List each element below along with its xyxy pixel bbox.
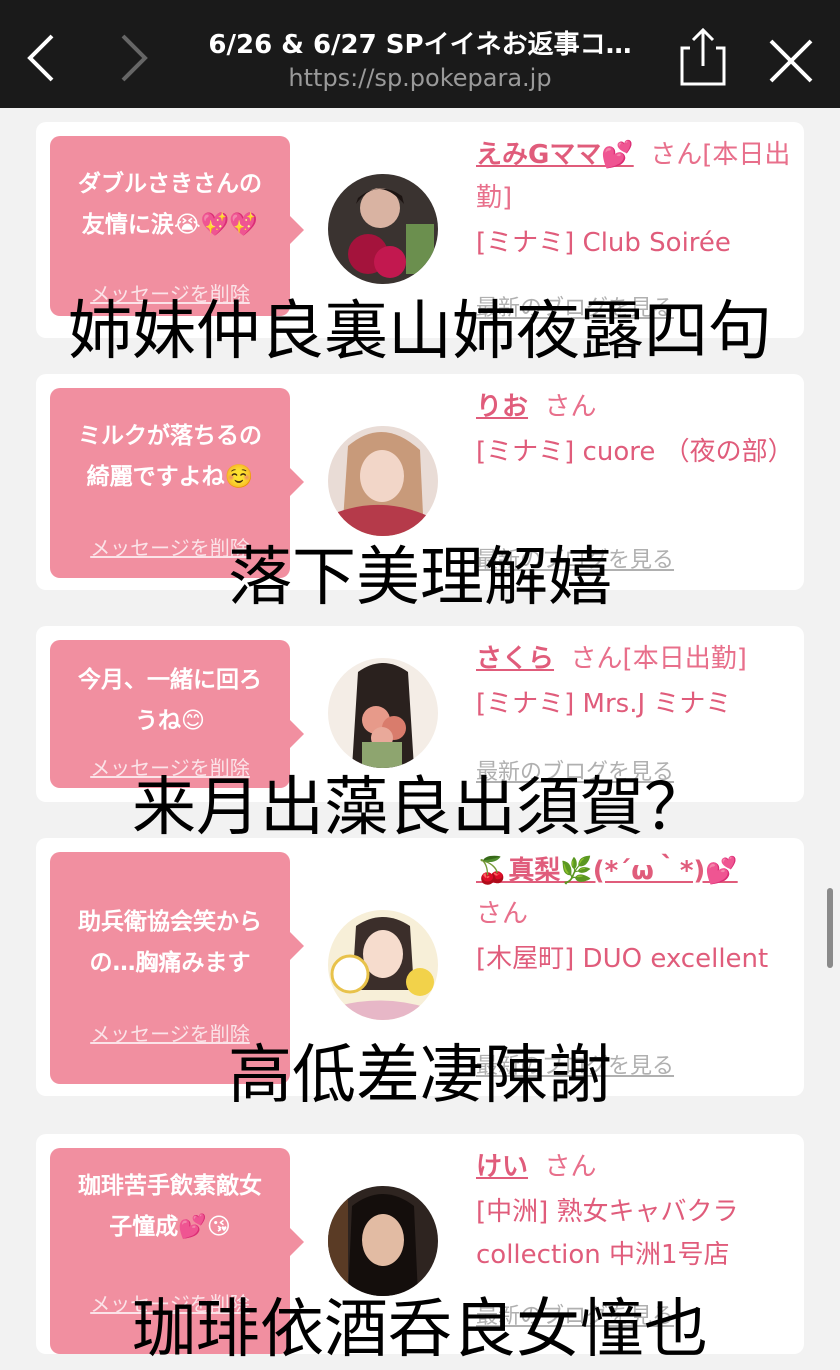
shop-name: [中洲] 熟女キャバクラ collection 中洲1号店 xyxy=(476,1197,739,1270)
cast-name-link[interactable]: さくら xyxy=(476,644,554,674)
overlay-caption: 珈琲依酒呑良女憧也 xyxy=(132,1293,708,1367)
message-text: ミルクが落ちるの 綺麗ですよね☺️ xyxy=(78,423,262,490)
cast-name-link[interactable]: けい xyxy=(476,1152,528,1182)
cast-info: えみGママ💕 さん[本日出勤] [ミナミ] Club Soirée xyxy=(476,134,791,265)
shop-name: [木屋町] DUO excellent xyxy=(476,944,769,974)
overlay-caption: 姉妹仲良裏山姉夜露四句 xyxy=(68,295,772,369)
cast-info: りお さん [ミナミ] cuore （夜の部） xyxy=(476,386,794,474)
cast-info: 🍒真梨🌿(*´ω｀*)💕 さん [木屋町] DUO excellent xyxy=(476,850,791,981)
shop-name: [ミナミ] cuore （夜の部） xyxy=(476,437,794,467)
cast-name-link[interactable]: えみGママ💕 xyxy=(476,140,634,170)
forward-icon[interactable] xyxy=(105,30,155,86)
name-suffix: さん xyxy=(476,899,529,929)
message-text: 今月、一緒に回ろ うね😊 xyxy=(78,667,262,734)
message-text: 珈琲苦手飲素敵女 子憧成💕😘 xyxy=(78,1173,262,1240)
page-title: 6/26 & 6/27 SPイイネお返事コ… xyxy=(208,30,632,60)
name-suffix: さん xyxy=(544,392,597,422)
close-icon[interactable] xyxy=(765,35,817,87)
avatar[interactable] xyxy=(328,174,438,284)
cast-name-link[interactable]: 🍒真梨🌿(*´ω｀*)💕 xyxy=(476,856,738,886)
avatar[interactable] xyxy=(328,910,438,1020)
message-text: ダブルさきさんの 友情に涙😭💖💖 xyxy=(78,171,262,238)
avatar[interactable] xyxy=(328,658,438,768)
overlay-caption: 落下美理解嬉 xyxy=(228,541,612,615)
shop-name: [ミナミ] Club Soirée xyxy=(476,228,731,258)
overlay-caption: 来月出藻良出須賀？ xyxy=(132,771,708,845)
overlay-caption: 高低差凄陳謝 xyxy=(228,1039,612,1113)
page-url[interactable]: https://sp.pokepara.jp xyxy=(160,64,680,92)
back-icon[interactable] xyxy=(20,30,70,86)
cast-name-link[interactable]: りお xyxy=(476,392,528,422)
avatar[interactable] xyxy=(328,426,438,536)
share-icon[interactable] xyxy=(676,26,730,88)
cast-info: けい さん [中洲] 熟女キャバクラ collection 中洲1号店 xyxy=(476,1146,791,1277)
shop-name: [ミナミ] Mrs.J ミナミ xyxy=(476,689,732,719)
message-text: 助兵衛協会笑から の…胸痛みます xyxy=(78,909,262,976)
scrollbar[interactable] xyxy=(827,888,833,968)
cast-info: さくら さん[本日出勤] [ミナミ] Mrs.J ミナミ xyxy=(476,638,791,726)
name-suffix: さん[本日出勤] xyxy=(570,644,747,674)
browser-toolbar: 6/26 & 6/27 SPイイネお返事コ… https://sp.pokepa… xyxy=(0,0,840,108)
name-suffix: さん xyxy=(544,1152,597,1182)
